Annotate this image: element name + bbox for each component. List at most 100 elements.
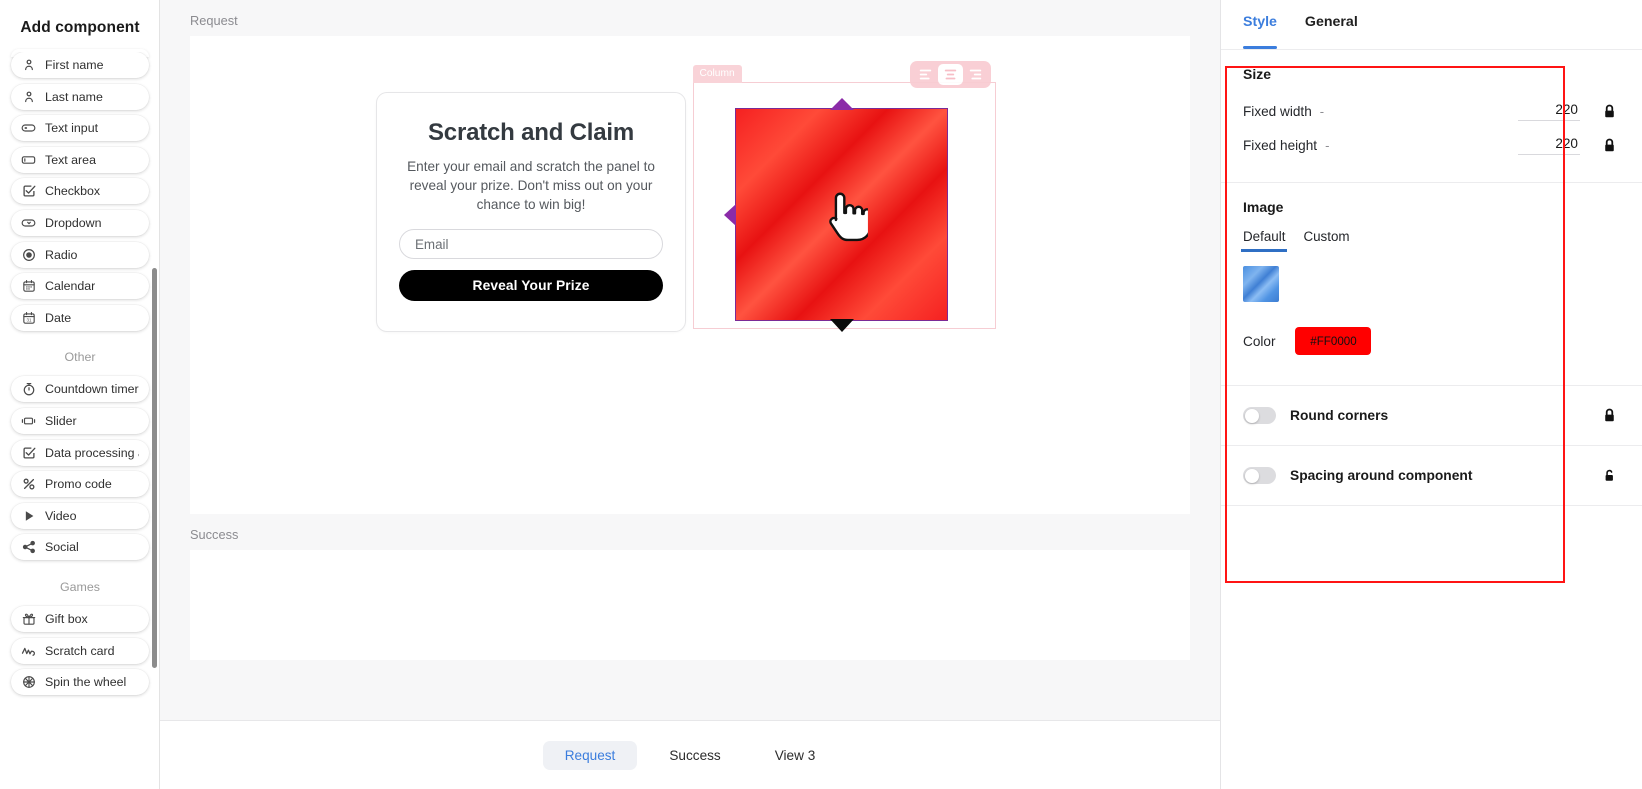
component-chip-calendar[interactable]: Calendar xyxy=(11,273,149,300)
component-chip-label: Scratch card xyxy=(45,643,115,658)
wheel-icon xyxy=(21,675,36,690)
fixed-height-row: Fixed height - xyxy=(1243,130,1620,161)
person-icon xyxy=(21,89,36,104)
align-right-icon[interactable] xyxy=(963,64,988,85)
scratch-icon xyxy=(21,643,36,658)
tab-style[interactable]: Style xyxy=(1243,14,1277,49)
lock-icon-width[interactable] xyxy=(1598,104,1620,119)
fixed-width-input[interactable] xyxy=(1518,102,1580,121)
svg-text:31: 31 xyxy=(26,317,31,322)
properties-body: Size Fixed width - Fixed height xyxy=(1221,50,1642,506)
sidebar-title: Add component xyxy=(20,19,140,36)
view-tab-success[interactable]: Success xyxy=(647,741,742,770)
lock-icon-round-corners[interactable] xyxy=(1598,408,1620,423)
percent-icon xyxy=(21,477,36,492)
component-chip-data-processing-a[interactable]: Data processing a xyxy=(11,439,149,466)
align-center-icon[interactable] xyxy=(938,64,963,85)
round-corners-toggle[interactable] xyxy=(1243,407,1276,424)
resize-handle-left[interactable] xyxy=(724,203,736,226)
component-chip-slider[interactable]: Slider xyxy=(11,407,149,434)
text-area-icon xyxy=(21,152,36,167)
align-left-icon[interactable] xyxy=(913,64,938,85)
component-chip-label: Spin the wheel xyxy=(45,675,127,690)
request-view-card[interactable]: Scratch and Claim Enter your email and s… xyxy=(190,36,1190,514)
size-heading: Size xyxy=(1243,66,1272,82)
add-component-sidebar: Add component First name Last name Text in… xyxy=(0,0,160,789)
component-chip-gift-box[interactable]: Gift box xyxy=(11,605,149,632)
component-chip-label: Slider xyxy=(45,413,77,428)
round-corners-label: Round corners xyxy=(1290,408,1389,423)
image-thumbnail[interactable] xyxy=(1243,266,1279,302)
component-chip-date[interactable]: 31 Date xyxy=(11,304,149,331)
promo-title: Scratch and Claim xyxy=(427,119,634,146)
component-chip-label: Gift box xyxy=(45,611,88,626)
component-chip-label: Countdown timer xyxy=(45,382,139,397)
resize-handle-bottom[interactable] xyxy=(829,319,854,332)
properties-panel: Style General Size Fixed width - 220 Fix… xyxy=(1220,0,1642,789)
component-chip-last-name[interactable]: Last name xyxy=(11,83,149,110)
lock-icon-height[interactable] xyxy=(1598,138,1620,153)
checkbox-icon xyxy=(21,184,36,199)
fixed-height-label: Fixed height xyxy=(1243,138,1318,153)
sidebar-scroll-area[interactable]: First name Last name Text input Text area Ch… xyxy=(0,52,160,789)
fixed-height-dash: - xyxy=(1325,138,1330,153)
component-chip-scratch-card[interactable]: Scratch card xyxy=(11,637,149,664)
fixed-height-input[interactable] xyxy=(1518,136,1580,155)
image-section: Image Default Custom Color #FF0000 xyxy=(1221,183,1642,386)
component-chip-first-name[interactable]: First name xyxy=(11,52,149,78)
component-chip-label: Checkbox xyxy=(45,184,101,199)
tab-general[interactable]: General xyxy=(1305,14,1358,49)
success-section-label: Success xyxy=(190,527,239,542)
component-chip-video[interactable]: Video xyxy=(11,502,149,529)
alignment-toolbar xyxy=(910,61,991,88)
canvas-scroll-area[interactable]: Request Scratch and Claim Enter your ema… xyxy=(160,0,1220,720)
properties-tab-bar: Style General xyxy=(1221,0,1642,50)
editor-canvas: Request Scratch and Claim Enter your ema… xyxy=(160,0,1220,789)
color-swatch-button[interactable]: #FF0000 xyxy=(1295,327,1372,355)
view-tab-view-3[interactable]: View 3 xyxy=(753,741,838,770)
component-chip-radio[interactable]: Radio xyxy=(11,241,149,268)
hand-cursor-icon xyxy=(819,186,872,247)
app-root: Add component First name Last name Text in… xyxy=(0,0,1642,789)
component-chip-label: Calendar xyxy=(45,279,96,294)
component-chip-checkbox[interactable]: Checkbox xyxy=(11,178,149,205)
dropdown-icon xyxy=(21,215,36,230)
sidebar-scrollbar[interactable] xyxy=(152,268,157,668)
column-tag-label: Column xyxy=(692,65,742,83)
spacing-label: Spacing around component xyxy=(1290,468,1473,483)
component-chip-dropdown[interactable]: Dropdown xyxy=(11,209,149,236)
image-tab-custom[interactable]: Custom xyxy=(1303,229,1349,252)
component-chip-label: Promo code xyxy=(45,477,112,492)
selected-column[interactable]: Column xyxy=(692,61,996,332)
component-chip-label: First name xyxy=(45,58,104,72)
component-chip-promo-code[interactable]: Promo code xyxy=(11,471,149,498)
view-tab-bar: Request Success View 3 xyxy=(160,720,1220,789)
slider-icon xyxy=(21,413,36,428)
sidebar-group-heading-other: Other xyxy=(64,350,96,365)
component-chip-countdown-timer[interactable]: Countdown timer xyxy=(11,376,149,403)
component-chip-label: Dropdown xyxy=(45,215,102,230)
component-chip-text-input[interactable]: Text input xyxy=(11,115,149,142)
scratch-card-component[interactable] xyxy=(724,98,948,332)
lock-icon-spacing[interactable] xyxy=(1598,468,1620,483)
view-tab-request[interactable]: Request xyxy=(542,740,638,770)
component-chip-social[interactable]: Social xyxy=(11,534,149,561)
spacing-toggle[interactable] xyxy=(1243,467,1276,484)
image-tab-default[interactable]: Default xyxy=(1240,229,1288,252)
color-label: Color xyxy=(1243,333,1276,349)
size-section: Size Fixed width - Fixed height xyxy=(1221,50,1642,183)
round-corners-row: Round corners xyxy=(1221,386,1642,446)
component-chip-spin-the-wheel[interactable]: Spin the wheel xyxy=(11,669,149,696)
email-input[interactable] xyxy=(399,229,663,260)
component-chip-label: Data processing a xyxy=(45,445,139,460)
reveal-prize-button[interactable]: Reveal Your Prize xyxy=(399,270,663,302)
image-source-tabs: Default Custom xyxy=(1240,229,1620,252)
component-chip-label: Video xyxy=(45,508,77,523)
component-chip-label: Radio xyxy=(45,247,78,262)
success-view-card[interactable] xyxy=(190,550,1190,660)
component-chip-text-area[interactable]: Text area xyxy=(11,146,149,173)
promo-form-card[interactable]: Scratch and Claim Enter your email and s… xyxy=(376,92,686,333)
fixed-width-row: Fixed width - xyxy=(1243,96,1620,127)
component-chip-label: Text area xyxy=(45,152,96,167)
resize-handle-top[interactable] xyxy=(829,98,854,110)
